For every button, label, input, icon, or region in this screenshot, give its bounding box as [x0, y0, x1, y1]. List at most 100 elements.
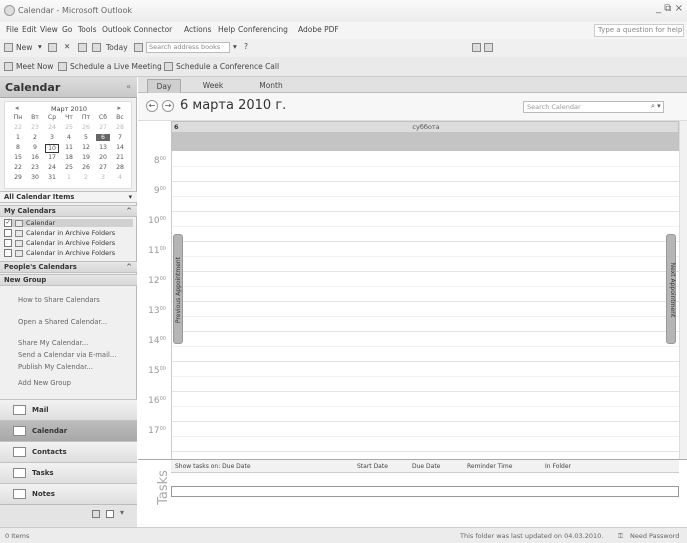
help-icon[interactable]: ?: [244, 42, 248, 51]
print-icon[interactable]: [48, 43, 57, 52]
menu-edit[interactable]: Edit: [22, 25, 37, 34]
today-button[interactable]: Today: [106, 43, 128, 52]
menu-adobe-pdf[interactable]: Adobe PDF: [298, 25, 339, 34]
mini-day-selected[interactable]: 6: [96, 134, 110, 141]
mini-day[interactable]: 30: [28, 174, 42, 181]
help-search-input[interactable]: Type a question for help: [594, 24, 684, 37]
schedule-live-meeting-button[interactable]: Schedule a Live Meeting: [70, 62, 162, 71]
calendar-item[interactable]: Calendar in Archive Folders: [4, 239, 115, 247]
checkbox-checked[interactable]: ✓: [4, 219, 12, 227]
share-my-calendar-link[interactable]: Share My Calendar...: [18, 339, 88, 347]
mini-day[interactable]: 26: [79, 164, 93, 171]
mini-day[interactable]: 4: [62, 134, 76, 141]
mini-day[interactable]: 27: [96, 164, 110, 171]
calendar-search-input[interactable]: Search Calendar: [523, 101, 664, 113]
mini-day[interactable]: 5: [79, 134, 93, 141]
vertical-scrollbar[interactable]: [679, 121, 687, 459]
mini-day[interactable]: 9: [28, 144, 42, 153]
mini-day[interactable]: 28: [113, 124, 127, 131]
menu-help[interactable]: Help: [218, 25, 235, 34]
task-column-folder[interactable]: In Folder: [545, 463, 571, 470]
need-password-button[interactable]: Need Password: [630, 532, 679, 540]
publish-calendar-link[interactable]: Publish My Calendar...: [18, 363, 93, 371]
send-calendar-email-link[interactable]: Send a Calendar via E-mail...: [18, 351, 116, 359]
mini-day[interactable]: 2: [28, 134, 42, 141]
checkbox[interactable]: [4, 229, 12, 237]
mini-day[interactable]: 21: [113, 154, 127, 161]
mini-day[interactable]: 8: [11, 144, 25, 153]
new-dropdown-arrow-icon[interactable]: ▾: [38, 42, 42, 51]
delete-icon[interactable]: ✕: [64, 42, 70, 51]
mini-day[interactable]: 3: [96, 174, 110, 181]
tab-week[interactable]: Week: [188, 79, 238, 93]
mini-day-today[interactable]: 10: [45, 144, 59, 153]
meet-now-button[interactable]: Meet Now: [16, 62, 53, 71]
nav-button-tasks[interactable]: Tasks: [0, 462, 137, 483]
mini-day[interactable]: 31: [45, 174, 59, 181]
collapse-icon[interactable]: ^: [126, 263, 132, 271]
mini-day[interactable]: 18: [62, 154, 76, 161]
next-appointment-tab[interactable]: Next Appointment: [666, 234, 676, 344]
menu-outlook-connector[interactable]: Outlook Connector: [102, 25, 172, 34]
nav-button-contacts[interactable]: Contacts: [0, 441, 137, 462]
calendar-item[interactable]: Calendar in Archive Folders: [4, 229, 115, 237]
search-icon[interactable]: ⌕ ▾: [651, 102, 661, 111]
menu-view[interactable]: View: [40, 25, 58, 34]
move-icon[interactable]: [78, 43, 87, 52]
all-calendar-items-dropdown[interactable]: All Calendar Items ▾: [0, 191, 137, 203]
nav-button-calendar[interactable]: Calendar: [0, 420, 137, 441]
mini-day[interactable]: 15: [11, 154, 25, 161]
mini-day[interactable]: 22: [11, 164, 25, 171]
checkbox[interactable]: [4, 239, 12, 247]
mini-day[interactable]: 24: [45, 164, 59, 171]
new-group-header[interactable]: New Group: [0, 274, 137, 286]
nav-button-notes[interactable]: Notes: [0, 483, 137, 504]
my-calendars-header[interactable]: My Calendars ^: [0, 205, 137, 217]
mini-day[interactable]: 2: [79, 174, 93, 181]
configure-buttons-icon[interactable]: ▾: [120, 508, 124, 517]
mini-day[interactable]: 13: [96, 144, 110, 153]
task-column-due-date[interactable]: Due Date: [412, 463, 440, 470]
all-day-events-area[interactable]: [172, 132, 678, 151]
next-month-icon[interactable]: ▸: [117, 104, 121, 112]
schedule-conference-call-button[interactable]: Schedule a Conference Call: [176, 62, 279, 71]
mini-day[interactable]: 11: [62, 144, 76, 153]
pdf-icon[interactable]: [472, 43, 481, 52]
mini-day[interactable]: 19: [79, 154, 93, 161]
collapse-pane-icon[interactable]: «: [126, 82, 131, 91]
time-grid[interactable]: [171, 151, 680, 459]
peoples-calendars-header[interactable]: People's Calendars ^: [0, 261, 137, 273]
mini-day[interactable]: 12: [79, 144, 93, 153]
collapse-icon[interactable]: ^: [126, 207, 132, 215]
previous-appointment-tab[interactable]: Previous Appointment: [173, 234, 183, 344]
mini-day[interactable]: 24: [45, 124, 59, 131]
open-shared-calendar-link[interactable]: Open a Shared Calendar...: [18, 318, 107, 326]
mini-day[interactable]: 16: [28, 154, 42, 161]
mini-day[interactable]: 20: [96, 154, 110, 161]
mini-day[interactable]: 3: [45, 134, 59, 141]
mini-day[interactable]: 23: [28, 124, 42, 131]
task-column-show[interactable]: Show tasks on: Due Date: [175, 463, 251, 470]
task-column-reminder[interactable]: Reminder Time: [467, 463, 512, 470]
menu-tools[interactable]: Tools: [78, 25, 96, 34]
mini-day[interactable]: 23: [28, 164, 42, 171]
mini-day[interactable]: 25: [62, 124, 76, 131]
mini-day[interactable]: 22: [11, 124, 25, 131]
menu-actions[interactable]: Actions: [184, 25, 211, 34]
new-button[interactable]: New: [16, 43, 32, 52]
mini-day[interactable]: 7: [113, 134, 127, 141]
mini-day[interactable]: 29: [11, 174, 25, 181]
mini-day[interactable]: 27: [96, 124, 110, 131]
mini-day[interactable]: 17: [45, 154, 59, 161]
address-search-input[interactable]: Search address books: [146, 42, 230, 53]
menu-file[interactable]: File: [6, 25, 19, 34]
mini-day[interactable]: 1: [11, 134, 25, 141]
nav-button-mail[interactable]: Mail: [0, 399, 137, 420]
folder-list-icon[interactable]: [92, 510, 100, 518]
task-column-start-date[interactable]: Start Date: [357, 463, 388, 470]
checkbox[interactable]: [4, 249, 12, 257]
address-dropdown-arrow-icon[interactable]: ▾: [233, 42, 237, 51]
tab-month[interactable]: Month: [246, 79, 296, 93]
address-book-icon[interactable]: [134, 43, 143, 52]
how-to-share-link[interactable]: How to Share Calendars: [18, 296, 100, 304]
